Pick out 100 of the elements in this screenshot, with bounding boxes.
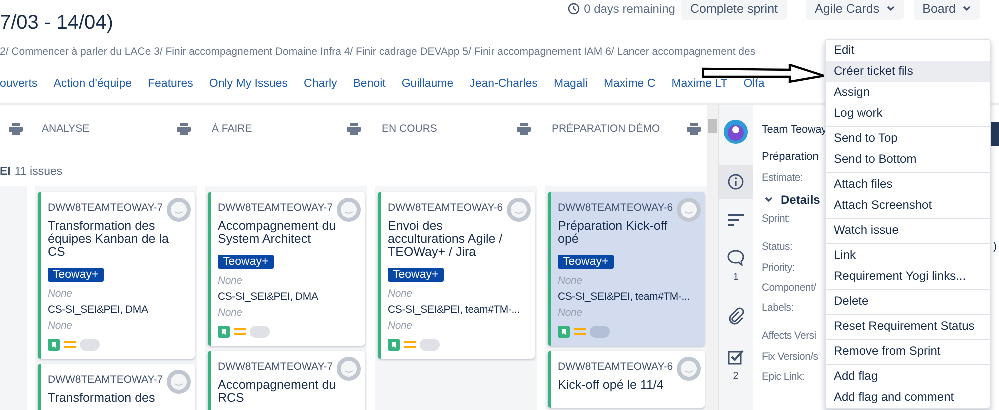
info-tab[interactable] [719,165,753,199]
avatar-icon [336,197,362,223]
priority-icon [64,341,76,349]
card-field: CS-SI_SEI&PEI, team#TM-... [558,289,699,305]
comment-icon [727,250,745,266]
issue-summary: Transformation des [48,392,156,405]
menu-item[interactable]: Add flag [826,366,990,387]
print-icon[interactable] [9,123,23,135]
avatar-icon [166,197,192,223]
dropdown-button[interactable]: Board [914,0,980,20]
menu-item[interactable]: Link [826,245,990,266]
quick-filter[interactable]: ouverts [0,78,38,90]
quick-filter[interactable]: Maxime C [604,78,656,90]
issue-key: DWW8TEAMTEOWAY-7 [48,374,164,386]
card-field: CS-SI_SEI&PEI, DMA [218,289,359,305]
card-field: CS-SI_SEI&PEI, DMA [48,302,189,318]
quick-filter[interactable]: Jean-Charles [470,78,538,90]
print-icon[interactable] [687,123,701,135]
card-field: None [218,305,359,321]
estimate-badge [250,326,270,338]
card-field: None [48,318,189,334]
issue-key: DWW8TEAMTEOWAY-6 [558,202,674,214]
estimate-badge [420,339,440,351]
issue-card[interactable]: DWW8TEAMTEOWAY-6 Kick-off opé le 11/4 [548,351,705,408]
card-field: None [48,286,189,302]
menu-item[interactable]: Reset Requirement Status [826,316,990,337]
paperclip-icon [728,307,744,325]
issue-summary: Envoi des acculturations Agile / TEOWay+ / Jira [388,220,504,259]
story-icon [48,339,60,351]
section-title[interactable]: Details [781,193,820,207]
priority-icon [404,341,416,349]
lines-icon [728,214,744,226]
sprint-goal: 2/ Commencer à parler du LACe 3/ Finir accompagnement Domaine Infra 4/ Finir cadrage DEVApp 5/ Finir accompagnement IAM 6/ Lancer accompagnement des [0,46,756,58]
issue-card[interactable]: DWW8TEAMTEOWAY-7 Accompagnement du System Architect Teoway+ None CS-SI_SEI&PEI, DMA None [208,192,365,346]
menu-item[interactable]: Attach Screenshot [826,195,990,216]
issue-key: DWW8TEAMTEOWAY-6 [558,361,674,373]
complete-sprint-button[interactable]: Complete sprint [681,0,788,20]
field-label: Affects Versi [762,330,816,344]
quick-filter[interactable]: Magali [554,78,588,90]
checklist-count: 2 [733,371,739,382]
menu-item[interactable]: Assign [826,82,990,103]
team-name: Team Teoway [762,124,827,138]
issue-key: DWW8TEAMTEOWAY-7 [48,202,164,214]
epic-label: Teoway+ [388,268,444,282]
comment-tab[interactable]: 1 [719,241,753,292]
avatar-icon [676,197,702,223]
card-field: None [558,273,699,289]
menu-item[interactable]: Edit [826,40,990,61]
priority-icon [574,328,586,336]
issue-key: DWW8TEAMTEOWAY-6 [388,202,504,214]
avatar-icon [336,356,362,382]
quick-filter[interactable]: Charly [304,78,338,90]
quick-filter[interactable]: Features [148,78,194,90]
menu-item[interactable]: Requirement Yogi links... [826,266,990,287]
issue-summary: Transformation des équipes Kanban de la CS [48,220,170,259]
print-icon[interactable] [347,123,361,135]
clock-icon [568,3,580,15]
menu-item[interactable]: Send to Bottom [826,149,990,170]
issue-key: DWW8TEAMTEOWAY-7 [218,202,334,214]
menu-item[interactable]: Watch issue [826,220,990,241]
sprint-title: 7/03 - 14/04) [0,12,114,35]
menu-item[interactable]: Delete [826,291,990,312]
column-title: ANALYSE [42,123,90,135]
menu-item[interactable]: Log work [826,103,990,124]
menu-item[interactable]: Add flag and comment [826,387,990,408]
card-field: None [218,273,359,289]
avatar-icon [676,356,702,382]
menu-item[interactable]: Remove from Sprint [826,341,990,362]
print-icon[interactable] [177,123,191,135]
column-title: PRÉPARATION DÉMO [552,123,660,135]
issue-card[interactable]: DWW8TEAMTEOWAY-7 Accompagnement du RCS [208,351,365,410]
menu-item[interactable]: Send to Top [826,128,990,149]
dropdown-button[interactable]: Agile Cards [806,0,904,20]
quick-filter[interactable]: Olfa [744,78,765,90]
quick-filter[interactable]: Guillaume [402,78,454,90]
quick-filter[interactable]: Maxime LT [672,78,728,90]
quick-filter[interactable]: Action d'équipe [54,78,132,90]
field-label: Status: [762,241,793,256]
issue-key: DWW8TEAMTEOWAY-7 [218,361,334,373]
print-icon[interactable] [517,123,531,135]
field-label: Estimate: [762,172,804,184]
issue-card[interactable]: DWW8TEAMTEOWAY-7 Transformation des équipes Kanban de la CS Teoway+ None CS-SI_SEI&PEI, DMA None [38,192,195,359]
issue-card[interactable]: DWW8TEAMTEOWAY-7 Transformation des [38,364,195,410]
comment-count: 1 [733,272,739,283]
chevron-icon[interactable] [765,197,773,203]
days-remaining: 0 days remaining [584,2,676,16]
quick-filter[interactable]: Only My Issues [209,78,288,90]
epic-label: Teoway+ [218,255,274,269]
menu-item[interactable]: Créer ticket fils [826,61,990,82]
issue-summary: Kick-off opé le 11/4 [558,379,665,392]
checklist-tab[interactable]: 2 [719,340,753,391]
issue-card[interactable]: DWW8TEAMTEOWAY-6 Envoi des acculturations Agile / TEOWay+ / Jira Teoway+ None CS-SI_SEI&PEI, team#TM-... None [378,192,535,359]
menu-item[interactable]: Attach files [826,174,990,195]
issue-card[interactable]: DWW8TEAMTEOWAY-6 Préparation Kick-off opé Teoway+ None CS-SI_SEI&PEI, team#TM-... None [548,192,705,346]
avatar-icon [166,369,192,395]
field-label: Component/ [762,282,816,296]
quick-filter[interactable]: Benoit [353,78,386,90]
scrollbar[interactable] [707,105,718,410]
swimlane-name[interactable]: EI [0,166,11,182]
avatar-icon [506,197,532,223]
